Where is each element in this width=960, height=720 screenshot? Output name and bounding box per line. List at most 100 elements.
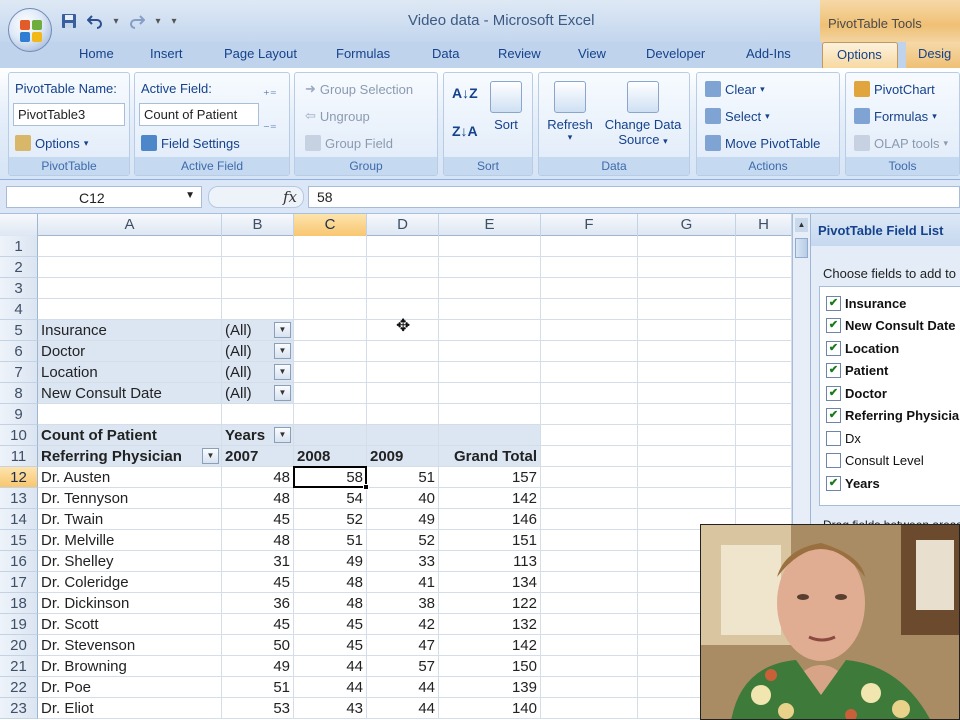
cell-h11[interactable] [736,446,792,467]
group-selection-button[interactable]: ➜ Group Selection [305,81,413,97]
cell-a3[interactable] [38,278,222,299]
cell-g8[interactable] [638,383,736,404]
cell-e4[interactable] [439,299,541,320]
column-header-h[interactable]: H [736,214,792,236]
cell-f21[interactable] [541,656,638,677]
ungroup-button[interactable]: ⇦ Ungroup [305,108,370,124]
cell-h7[interactable] [736,362,792,383]
row-field-dropdown-icon[interactable]: ▼ [202,448,219,464]
checkbox-checked-icon[interactable]: ✔ [826,385,841,401]
cell-a9[interactable] [38,404,222,425]
move-pivottable-button[interactable]: Move PivotTable [705,135,820,151]
tab-design[interactable]: Desig [906,42,960,68]
worksheet-grid[interactable]: ABCDEFGH 1 2 3 4 5 Insurance (All) ▼ 6 Doctor (All… [0,214,792,720]
cell-e17[interactable]: 134 [439,572,541,593]
sort-descending-icon[interactable]: Z↓A [452,123,478,139]
row-header[interactable]: 12 [0,467,38,488]
row-header[interactable]: 16 [0,551,38,572]
cell-d11[interactable]: 2009 [367,446,439,467]
cell-d22[interactable]: 44 [367,677,439,698]
cell-a15[interactable]: Dr. Melville [38,530,222,551]
cell-g2[interactable] [638,257,736,278]
cell-d18[interactable]: 38 [367,593,439,614]
cell-f2[interactable] [541,257,638,278]
cell-g4[interactable] [638,299,736,320]
collapse-field-icon[interactable]: ⁻⁼ [263,121,277,137]
refresh-button[interactable]: Refresh ▾ [543,81,597,143]
cell-b13[interactable]: 48 [222,488,294,509]
cell-b21[interactable]: 49 [222,656,294,677]
cell-a13[interactable]: Dr. Tennyson [38,488,222,509]
cell-c22[interactable]: 44 [294,677,367,698]
checkbox-checked-icon[interactable]: ✔ [826,295,841,311]
cell-e12[interactable]: 157 [439,467,541,488]
cell-f1[interactable] [541,236,638,257]
cell-b10[interactable]: Years ▼ [222,425,294,446]
cell-h5[interactable] [736,320,792,341]
cell-c17[interactable]: 48 [294,572,367,593]
cell-b7[interactable]: (All) ▼ [222,362,294,383]
cell-g11[interactable] [638,446,736,467]
cell-e16[interactable]: 113 [439,551,541,572]
cell-c7[interactable] [294,362,367,383]
row-header[interactable]: 13 [0,488,38,509]
cell-g1[interactable] [638,236,736,257]
cell-b14[interactable]: 45 [222,509,294,530]
cell-c1[interactable] [294,236,367,257]
cell-h13[interactable] [736,488,792,509]
cell-f6[interactable] [541,341,638,362]
row-header[interactable]: 10 [0,425,38,446]
cell-e9[interactable] [439,404,541,425]
select-button[interactable]: Select ▾ [705,108,770,124]
cell-e1[interactable] [439,236,541,257]
cell-c12[interactable]: 58 [294,467,367,488]
cell-c23[interactable]: 43 [294,698,367,719]
cell-b11[interactable]: 2007 [222,446,294,467]
cell-d23[interactable]: 44 [367,698,439,719]
cell-e11[interactable]: Grand Total [439,446,541,467]
sort-button[interactable]: Sort [484,81,528,132]
cell-f19[interactable] [541,614,638,635]
cell-g12[interactable] [638,467,736,488]
tab-home[interactable]: Home [79,46,114,61]
cell-e21[interactable]: 150 [439,656,541,677]
cell-f16[interactable] [541,551,638,572]
cell-f20[interactable] [541,635,638,656]
cell-a23[interactable]: Dr. Eliot [38,698,222,719]
cell-a17[interactable]: Dr. Coleridge [38,572,222,593]
cell-d20[interactable]: 47 [367,635,439,656]
cell-b22[interactable]: 51 [222,677,294,698]
row-header[interactable]: 15 [0,530,38,551]
cell-c21[interactable]: 44 [294,656,367,677]
cell-a18[interactable]: Dr. Dickinson [38,593,222,614]
cell-c13[interactable]: 54 [294,488,367,509]
cell-a6[interactable]: Doctor [38,341,222,362]
cell-h12[interactable] [736,467,792,488]
pivottable-name-input[interactable]: PivotTable3 [13,103,125,126]
row-header[interactable]: 3 [0,278,38,299]
row-header[interactable]: 14 [0,509,38,530]
field-list-item[interactable]: ✔ New Consult Date [826,316,956,336]
tab-view[interactable]: View [578,46,606,61]
cell-f17[interactable] [541,572,638,593]
tab-add-ins[interactable]: Add-Ins [746,46,791,61]
insert-function-button[interactable]: fx [208,186,304,208]
row-header[interactable]: 22 [0,677,38,698]
undo-dropdown-icon[interactable]: ▾ [110,16,122,27]
checkbox-unchecked-icon[interactable] [826,430,841,446]
cell-a5[interactable]: Insurance [38,320,222,341]
cell-e3[interactable] [439,278,541,299]
cell-d9[interactable] [367,404,439,425]
cell-d8[interactable] [367,383,439,404]
expand-field-icon[interactable]: ⁺⁼ [263,87,277,103]
cell-e23[interactable]: 140 [439,698,541,719]
cell-b16[interactable]: 31 [222,551,294,572]
cell-f9[interactable] [541,404,638,425]
cell-b9[interactable] [222,404,294,425]
cell-d6[interactable] [367,341,439,362]
redo-dropdown-icon[interactable]: ▾ [152,16,164,27]
cell-a20[interactable]: Dr. Stevenson [38,635,222,656]
cell-a19[interactable]: Dr. Scott [38,614,222,635]
cell-h4[interactable] [736,299,792,320]
cell-a16[interactable]: Dr. Shelley [38,551,222,572]
